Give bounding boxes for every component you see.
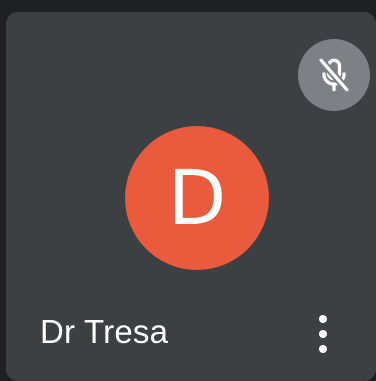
- more-options-button[interactable]: [306, 306, 340, 362]
- avatar-initial: D: [167, 153, 227, 242]
- avatar: D: [125, 126, 269, 270]
- participant-tile[interactable]: D Dr Tresa: [6, 12, 376, 381]
- mic-off-icon: [317, 56, 351, 94]
- more-vertical-icon: [319, 315, 327, 323]
- mic-off-badge: [298, 39, 370, 111]
- more-vertical-icon-dot: [319, 345, 327, 353]
- participant-name: Dr Tresa: [40, 313, 169, 350]
- more-vertical-icon-dot: [319, 330, 327, 338]
